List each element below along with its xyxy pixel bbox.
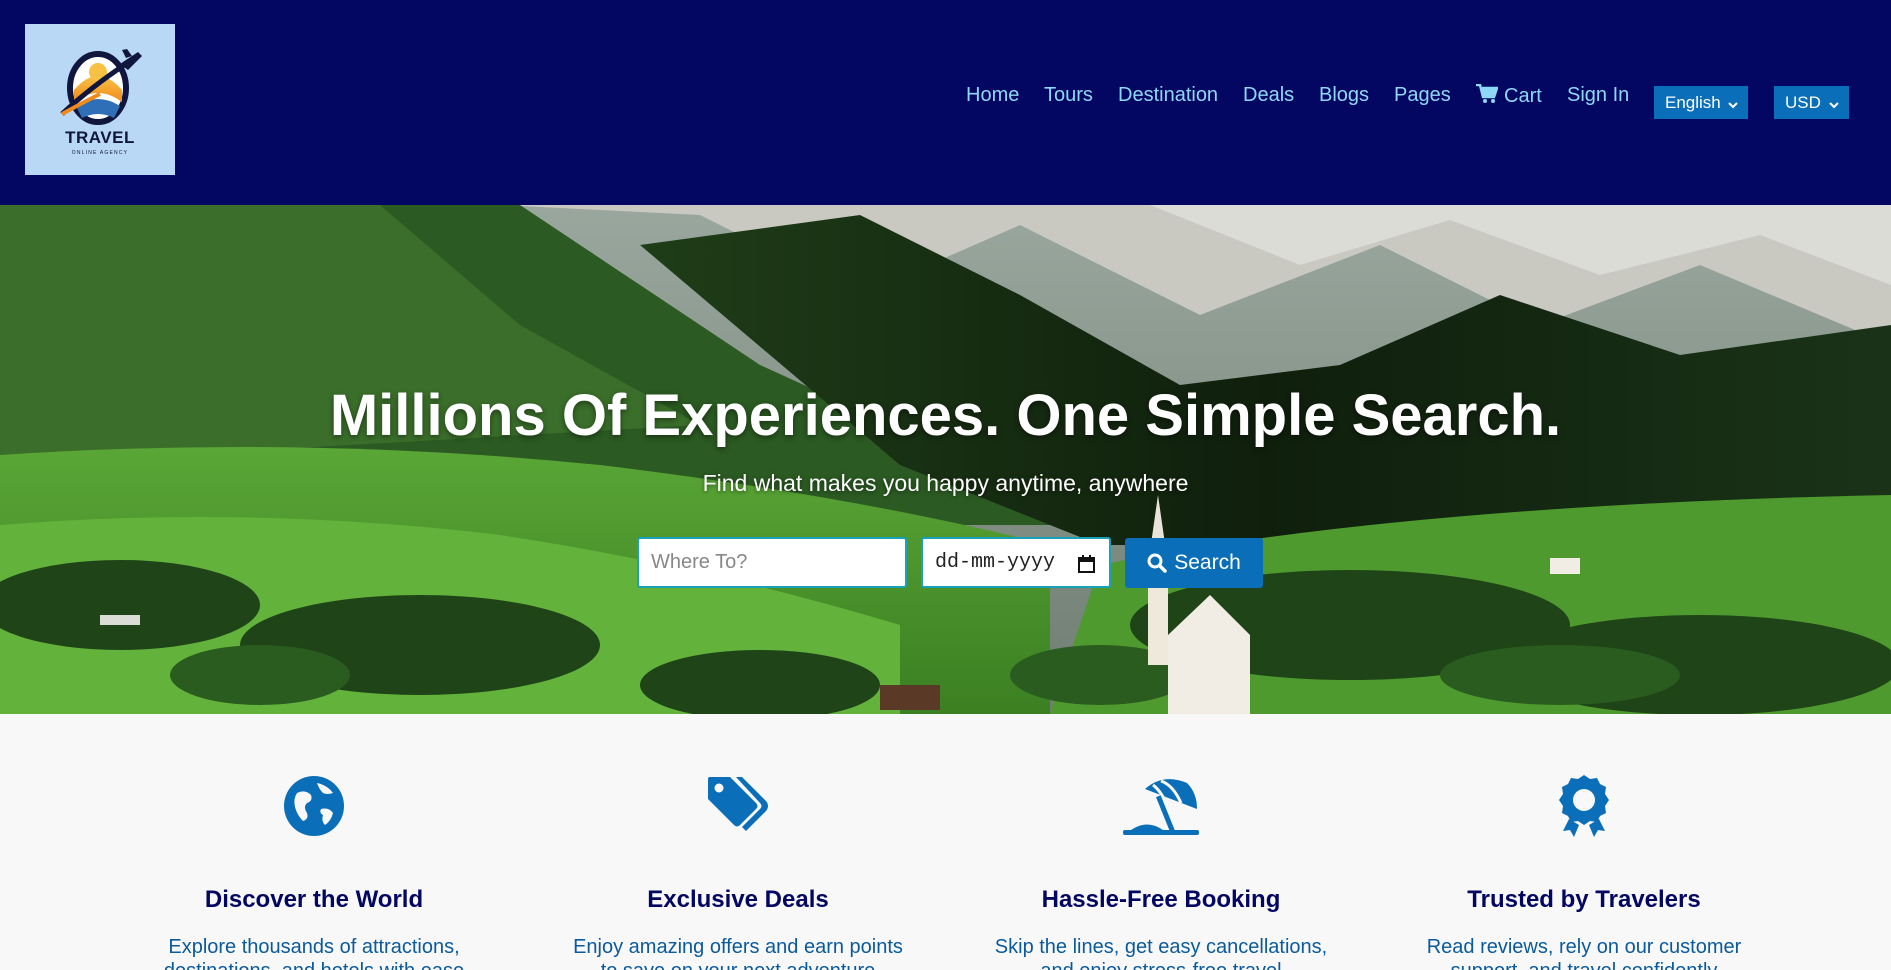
language-value: English — [1665, 92, 1721, 112]
chevron-down-icon — [1727, 96, 1739, 116]
currency-select[interactable]: USD — [1774, 86, 1849, 119]
main-nav: Home Tours Destination Deals Blogs Pages… — [0, 0, 1891, 205]
calendar-icon[interactable] — [1078, 555, 1095, 580]
feature-text: Skip the lines, get easy cancellations, … — [994, 936, 1328, 970]
award-icon — [1559, 775, 1609, 842]
language-select[interactable]: English — [1654, 86, 1748, 119]
nav-pages[interactable]: Pages — [1394, 84, 1451, 107]
hero-title: Millions Of Experiences. One Simple Sear… — [329, 383, 1562, 448]
date-input[interactable]: dd-mm-yyyy — [921, 537, 1111, 588]
hero-subtitle: Find what makes you happy anytime, anywh… — [702, 470, 1189, 496]
search-button[interactable]: Search — [1125, 538, 1263, 588]
search-button-label: Search — [1174, 551, 1241, 574]
nav-tours[interactable]: Tours — [1044, 84, 1093, 107]
feature-title: Exclusive Deals — [647, 886, 829, 913]
tags-icon — [706, 775, 770, 836]
nav-destination[interactable]: Destination — [1118, 84, 1218, 107]
globe-icon — [283, 775, 345, 842]
feature-title: Trusted by Travelers — [1467, 886, 1701, 913]
nav-blogs[interactable]: Blogs — [1319, 84, 1369, 107]
hero-background-image — [0, 205, 1891, 714]
feature-text: Explore thousands of attractions, destin… — [164, 936, 464, 970]
feature-title: Hassle-Free Booking — [1041, 886, 1281, 913]
feature-title: Discover the World — [204, 886, 424, 913]
nav-cart[interactable]: Cart — [1476, 83, 1542, 110]
features-section: Discover the World Explore thousands of … — [0, 714, 1891, 970]
chevron-down-icon — [1828, 96, 1840, 116]
feature-text: Read reviews, rely on our customer suppo… — [1426, 936, 1742, 970]
umbrella-beach-icon — [1123, 775, 1199, 842]
nav-sign-in[interactable]: Sign In — [1567, 84, 1629, 107]
cart-label: Cart — [1504, 85, 1542, 107]
search-icon — [1147, 553, 1167, 573]
cart-icon — [1476, 83, 1499, 110]
feature-text: Enjoy amazing offers and earn points to … — [573, 936, 903, 970]
date-placeholder: dd-mm-yyyy — [935, 551, 1056, 574]
currency-value: USD — [1785, 92, 1821, 112]
nav-deals[interactable]: Deals — [1243, 84, 1294, 107]
hero-section: Millions Of Experiences. One Simple Sear… — [0, 205, 1891, 714]
nav-home[interactable]: Home — [966, 84, 1019, 107]
where-to-input[interactable] — [637, 537, 907, 588]
site-header: TRAVEL ONLINE AGENCY Home Tours Destinat… — [0, 0, 1891, 205]
